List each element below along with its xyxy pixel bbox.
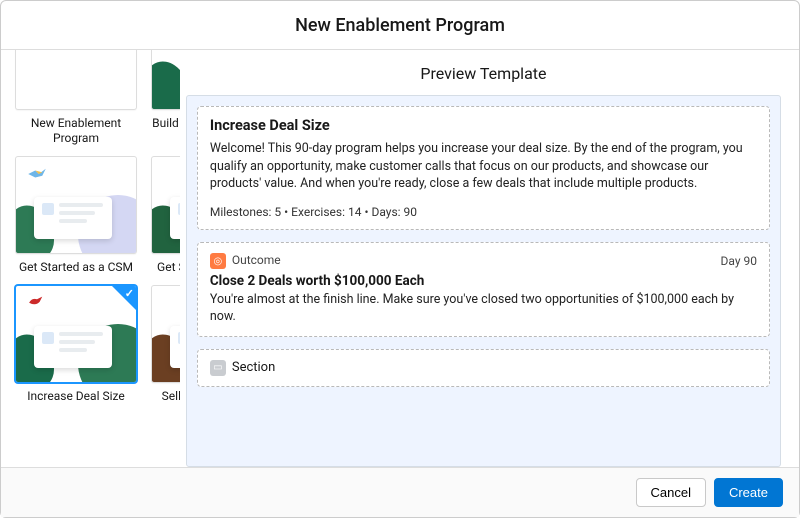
outcome-due: Day 90 (721, 254, 757, 268)
template-card-build-strong-pipeline[interactable]: Build a Strong Pipeline (151, 50, 180, 146)
template-thumb (15, 50, 137, 110)
thumb-card-icon (170, 326, 180, 368)
bird-icon (26, 294, 48, 308)
template-label: Increase Deal Size (27, 389, 124, 404)
preview-heading: Preview Template (186, 64, 781, 83)
section-icon: ▭ (210, 360, 226, 376)
preview-outcome-block: ◎Outcome Day 90 Close 2 Deals worth $100… (197, 242, 770, 337)
dialog-body: New Enablement Program Build a Strong Pi… (1, 50, 799, 467)
bird-icon (26, 167, 48, 181)
template-grid-wrap: New Enablement Program Build a Strong Pi… (1, 50, 180, 467)
preview-scroll-area[interactable]: Increase Deal Size Welcome! This 90-day … (186, 95, 781, 467)
preview-template-description: Welcome! This 90-day program helps you i… (210, 140, 757, 193)
template-label: Get Started as an AE (157, 260, 180, 275)
create-button[interactable]: Create (714, 478, 783, 507)
preview-summary-block: Increase Deal Size Welcome! This 90-day … (197, 106, 770, 230)
preview-template-meta: Milestones: 5 • Exercises: 14 • Days: 90 (210, 205, 757, 219)
preview-section-block: ▭ Section (197, 349, 770, 387)
preview-pane: Preview Template Increase Deal Size Welc… (180, 50, 799, 467)
outcome-icon: ◎ (210, 253, 226, 269)
template-label: Get Started as a CSM (19, 260, 133, 275)
template-thumb (151, 50, 180, 110)
dialog-footer: Cancel Create (1, 467, 799, 517)
template-card-get-started-csm[interactable]: Get Started as a CSM (15, 156, 137, 275)
template-card-increase-deal-size[interactable]: Increase Deal Size (15, 285, 137, 419)
template-thumb (151, 156, 180, 254)
dialog-title: New Enablement Program (1, 1, 799, 50)
template-thumb (151, 285, 180, 383)
outcome-tag: ◎Outcome (210, 253, 281, 270)
template-label: Sell a New Product (162, 389, 180, 404)
thumb-card-icon (170, 197, 180, 239)
section-label: Section (232, 360, 275, 375)
thumb-card-icon (34, 326, 112, 368)
template-thumb (15, 156, 137, 254)
template-thumb (15, 285, 137, 383)
template-card-sell-new-product[interactable]: Sell a New Product (151, 285, 180, 419)
outcome-body: You're almost at the finish line. Make s… (210, 292, 757, 326)
cancel-button[interactable]: Cancel (636, 478, 706, 507)
template-card-new-enablement-program[interactable]: New Enablement Program (15, 50, 137, 146)
template-card-get-started-ae[interactable]: Get Started as an AE (151, 156, 180, 275)
template-label: New Enablement Program (16, 116, 136, 146)
preview-template-title: Increase Deal Size (210, 117, 757, 134)
template-grid: New Enablement Program Build a Strong Pi… (15, 50, 168, 419)
thumb-card-icon (34, 197, 112, 239)
thumb-decoration-icon (151, 56, 180, 110)
template-label: Build a Strong Pipeline (152, 116, 180, 131)
outcome-title: Close 2 Deals worth $100,000 Each (210, 273, 757, 289)
selected-check-icon (112, 286, 136, 310)
